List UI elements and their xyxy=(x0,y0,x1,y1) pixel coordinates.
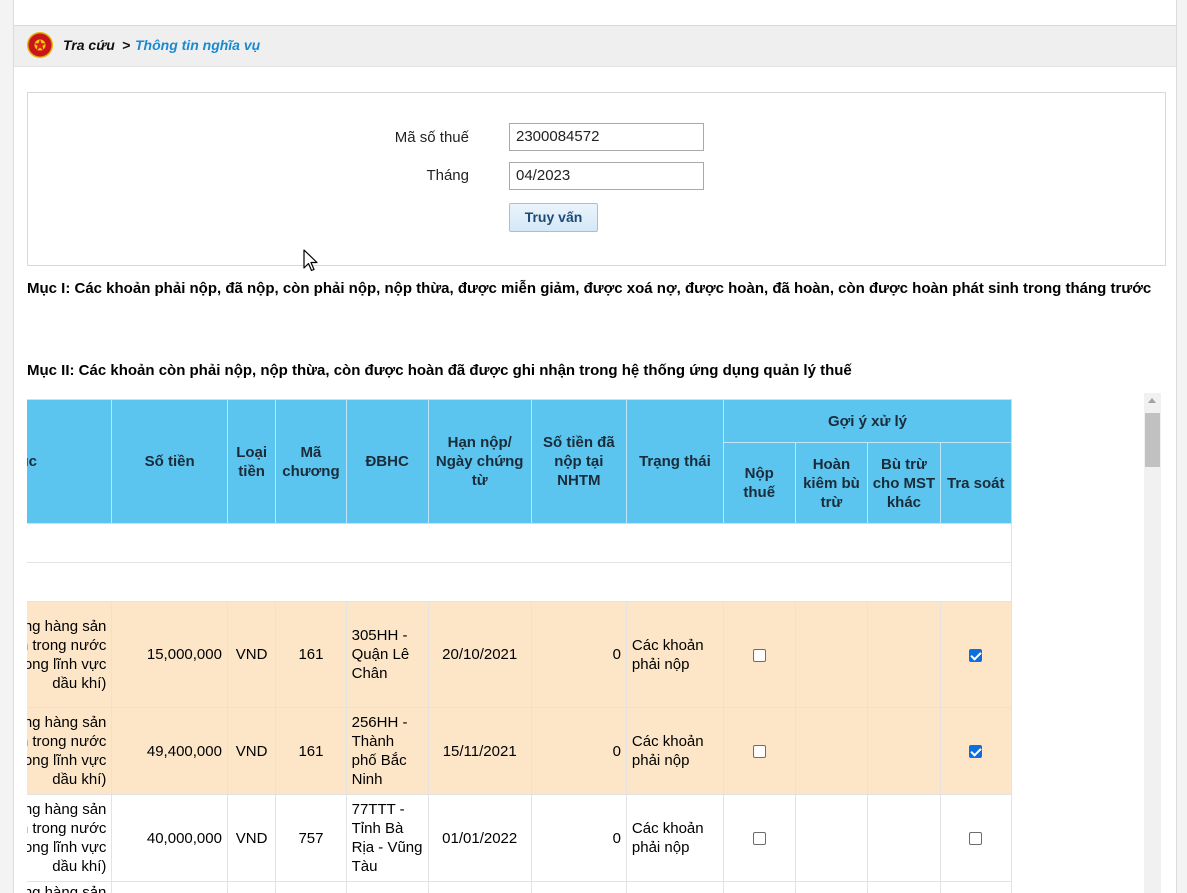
search-form: Mã số thuế 2300084572 Tháng 04/2023 Truy… xyxy=(27,92,1166,266)
cell-so-tien: 49,400,000 xyxy=(111,707,228,795)
cell-ma-chuong: 161 xyxy=(275,707,347,795)
cell-ma-chuong xyxy=(275,881,347,893)
bu-tru-cell xyxy=(867,881,941,893)
header-so-tien: Số tiền xyxy=(111,399,228,524)
table-row: Thuế giá trị gia tăng hàng sản xuất, kin… xyxy=(27,601,1012,708)
tra-soat-cell xyxy=(939,707,1012,795)
section-1-heading: Mục I: Các khoản phải nộp, đã nộp, còn p… xyxy=(27,280,1152,297)
tra-soat-checkbox[interactable] xyxy=(969,832,983,846)
cell-trang-thai: Các khoản phải nộp xyxy=(625,707,724,795)
scroll-thumb[interactable] xyxy=(1145,413,1160,467)
empty-row xyxy=(27,523,1012,563)
page-frame: Tra cứu > Thông tin nghĩa vụ Mã số thuế … xyxy=(13,0,1177,893)
bu-tru-cell xyxy=(867,707,941,795)
tax-code-input[interactable]: 2300084572 xyxy=(509,123,704,151)
empty-row xyxy=(27,562,1012,602)
scroll-up-arrow-icon[interactable] xyxy=(1148,398,1156,403)
cell-tieu-muc: Thuế giá trị gia tăng hàng sản xuất, kin… xyxy=(27,794,113,882)
cell-dbhc: 256HH - Thành phố Bắc Ninh xyxy=(345,707,429,795)
tra-soat-cell xyxy=(939,794,1012,882)
breadcrumb: Tra cứu > Thông tin nghĩa vụ xyxy=(14,26,1176,67)
nop-thue-checkbox[interactable] xyxy=(752,832,766,846)
breadcrumb-root[interactable]: Tra cứu xyxy=(63,37,115,53)
header-bu-tru: Bù trừ cho MST khác xyxy=(867,442,941,524)
header-han-nop: Hạn nộp/ Ngày chứng từ xyxy=(427,399,532,524)
empty-cell xyxy=(27,562,1012,602)
cell-so-tien: 15,000,000 xyxy=(111,601,228,708)
header-tra-soat: Tra soát xyxy=(939,442,1012,524)
cell-loai-tien xyxy=(226,881,277,893)
cell-han-nop: 15/11/2021 xyxy=(427,707,532,795)
cell-loai-tien: VND xyxy=(226,794,277,882)
cell-so-tien-da-nop: 0 xyxy=(530,601,627,708)
nop-thue-checkbox[interactable] xyxy=(752,745,766,759)
hoan-kiem-cell xyxy=(794,881,869,893)
obligations-table-viewport[interactable]: Tiểu mục Số tiền Loại tiền Mã chương ĐBH… xyxy=(27,399,1143,893)
hoan-kiem-cell xyxy=(794,794,869,882)
header-goi-y: Gợi ý xử lý xyxy=(722,399,1013,443)
tra-soat-cell xyxy=(939,601,1012,708)
tra-soat-checkbox[interactable] xyxy=(969,648,983,662)
cell-so-tien-da-nop xyxy=(530,881,627,893)
cell-tieu-muc: Thuế giá trị gia tăng hàng sản xuất, kin… xyxy=(27,601,113,708)
bu-tru-cell xyxy=(867,794,941,882)
cell-so-tien-da-nop: 0 xyxy=(530,707,627,795)
obligations-table: Tiểu mục Số tiền Loại tiền Mã chương ĐBH… xyxy=(27,399,1013,893)
breadcrumb-current[interactable]: Thông tin nghĩa vụ xyxy=(135,37,260,53)
month-label: Tháng xyxy=(426,167,469,184)
header-trang-thai: Trạng thái xyxy=(625,399,724,524)
header-nop-thue: Nộp thuế xyxy=(722,442,796,524)
cell-ma-chuong: 757 xyxy=(275,794,347,882)
cell-han-nop: 01/01/2022 xyxy=(427,794,532,882)
cell-so-tien: 40,000,000 xyxy=(111,794,228,882)
cell-loai-tien: VND xyxy=(226,707,277,795)
cell-dbhc xyxy=(345,881,429,893)
cell-han-nop: 20/10/2021 xyxy=(427,601,532,708)
cell-han-nop xyxy=(427,881,532,893)
month-input[interactable]: 04/2023 xyxy=(509,162,704,190)
header-so-tien-da-nop: Số tiền đã nộp tại NHTM xyxy=(530,399,627,524)
cell-trang-thai xyxy=(625,881,724,893)
mouse-cursor-icon xyxy=(303,249,319,278)
table-row: Thuế giá trị gia tăng hàng sản xuất, kin… xyxy=(27,707,1012,795)
table-scrollbar[interactable] xyxy=(1144,393,1161,893)
header-hoan-kiem: Hoàn kiêm bù trừ xyxy=(794,442,869,524)
nop-thue-cell xyxy=(722,707,796,795)
query-button[interactable]: Truy vấn xyxy=(509,203,598,232)
tra-soat-checkbox[interactable] xyxy=(969,745,983,759)
tax-code-label: Mã số thuế xyxy=(394,129,469,146)
nop-thue-checkbox[interactable] xyxy=(752,648,766,662)
nop-thue-cell xyxy=(722,601,796,708)
table-row: Thuế giá trị gia tăng hàng sản xuất, kin… xyxy=(27,881,1012,893)
breadcrumb-separator: > xyxy=(122,37,131,53)
table-row: Thuế giá trị gia tăng hàng sản xuất, kin… xyxy=(27,794,1012,882)
cell-so-tien xyxy=(111,881,228,893)
empty-cell xyxy=(27,523,1012,563)
cell-dbhc: 305HH - Quận Lê Chân xyxy=(345,601,429,708)
nop-thue-cell xyxy=(722,794,796,882)
cell-so-tien-da-nop: 0 xyxy=(530,794,627,882)
section-2-heading: Mục II: Các khoản còn phải nộp, nộp thừa… xyxy=(27,362,852,379)
cell-ma-chuong: 161 xyxy=(275,601,347,708)
cell-loai-tien: VND xyxy=(226,601,277,708)
header-loai-tien: Loại tiền xyxy=(226,399,277,524)
top-bar xyxy=(14,0,1176,26)
header-tieu-muc: Tiểu mục xyxy=(27,399,113,524)
tra-soat-cell xyxy=(939,881,1012,893)
nop-thue-cell xyxy=(722,881,796,893)
bu-tru-cell xyxy=(867,601,941,708)
cell-trang-thai: Các khoản phải nộp xyxy=(625,601,724,708)
hoan-kiem-cell xyxy=(794,707,869,795)
header-ma-chuong: Mã chương xyxy=(275,399,347,524)
cell-tieu-muc: Thuế giá trị gia tăng hàng sản xuất, kin… xyxy=(27,881,113,893)
header-dbhc: ĐBHC xyxy=(345,399,429,524)
cell-tieu-muc: Thuế giá trị gia tăng hàng sản xuất, kin… xyxy=(27,707,113,795)
national-emblem-icon xyxy=(27,32,53,58)
cell-dbhc: 77TTT - Tỉnh Bà Rịa - Vũng Tàu xyxy=(345,794,429,882)
hoan-kiem-cell xyxy=(794,601,869,708)
cell-trang-thai: Các khoản phải nộp xyxy=(625,794,724,882)
